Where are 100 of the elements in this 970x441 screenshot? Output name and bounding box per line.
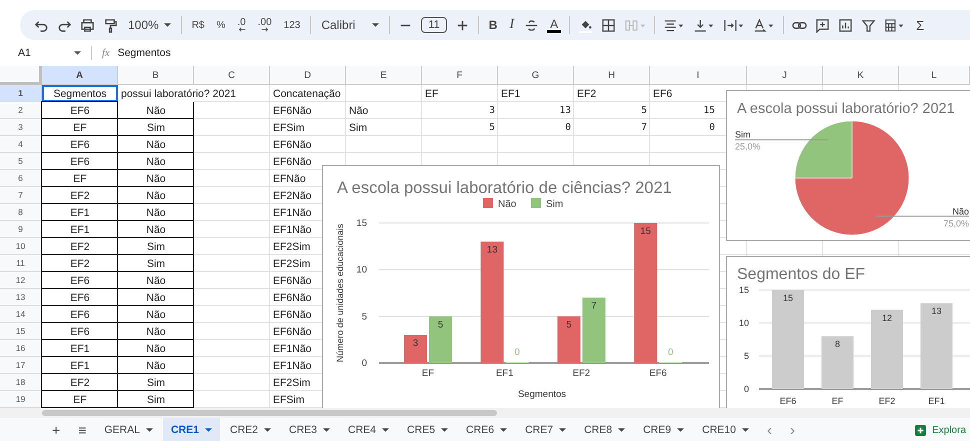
filter-icon[interactable] [861,18,876,32]
add-sheet-button[interactable]: + [44,422,68,438]
row-header[interactable]: 9 [0,221,42,238]
sheet-tab[interactable]: CRE1 [162,418,220,441]
strikethrough-icon[interactable] [524,18,540,32]
all-sheets-button[interactable]: ≡ [70,422,94,438]
data-label: 15 [783,293,793,303]
row-header[interactable]: 18 [0,374,42,391]
cell-text: Não [146,104,166,116]
cell-text: Não [146,292,166,304]
horizontal-align-icon[interactable] [663,18,686,32]
column-header[interactable]: B [118,66,194,85]
comment-icon[interactable] [815,18,830,32]
sheet-tab[interactable]: GERAL [96,418,161,441]
sheet-tab[interactable]: CRE6 [458,418,516,441]
data-label: 5 [438,319,444,330]
row-header[interactable]: 8 [0,204,42,221]
sheet-tab[interactable]: CRE2 [222,418,279,441]
formula-field[interactable]: Segmentos [118,47,171,59]
cell-text: EFSim [273,394,304,406]
data-label: 0 [668,347,674,358]
cell-text: EF [425,88,438,100]
cell-text: Sim [146,258,166,270]
row-header[interactable]: 15 [0,323,42,340]
italic-button[interactable]: I [507,17,516,33]
cell-text: EF2 [70,376,90,388]
cell-text: EF6Não [273,292,312,304]
row-header[interactable]: 2 [0,102,42,119]
column-header[interactable]: I [650,66,747,85]
legend-swatch [531,198,541,208]
column-header[interactable]: E [346,66,422,85]
sheet-tab[interactable]: CRE4 [340,418,398,441]
scrollbar-thumb[interactable] [42,410,497,416]
column-header[interactable]: J [747,66,823,85]
decrease-decimals-button[interactable]: .0 [235,18,248,32]
vertical-align-icon[interactable] [693,18,716,32]
cell-text: EF6Não [273,326,312,338]
sheet-tab[interactable]: CRE9 [635,418,692,441]
chart-title: A escola possui laboratório de ciências? 2021 [337,179,672,197]
text-wrap-icon[interactable] [723,18,746,32]
print-icon[interactable] [80,18,95,32]
cell-text: EF1Não [273,342,312,354]
sheet-tab[interactable]: CRE10 [694,418,757,441]
left-arrow-icon [238,26,246,32]
name-box[interactable]: A1 [0,47,74,59]
column-header[interactable]: C [194,66,270,85]
column-header[interactable]: K [823,66,899,85]
row-header[interactable]: 16 [0,340,42,357]
row-header[interactable]: 17 [0,357,42,374]
cell-text: EF6Não [273,138,312,150]
cell-text: Concatenação [273,88,341,100]
currency-button[interactable]: R$ [190,20,206,30]
column-header[interactable]: L [899,66,970,85]
cell-text: EF6Não [273,156,312,168]
row-header[interactable]: 19 [0,391,42,408]
borders-icon[interactable] [601,18,616,32]
bold-button[interactable]: B [486,18,500,32]
data-label: 8 [835,339,840,350]
column-header[interactable]: A [42,66,118,85]
sheet-tab[interactable]: CRE8 [576,418,634,441]
chart-icon[interactable] [838,18,854,32]
column-header[interactable]: G [498,66,574,85]
font-size-field[interactable]: 11 [421,17,447,33]
row-header[interactable]: 10 [0,238,42,255]
row-header[interactable]: 14 [0,306,42,323]
number-format-button[interactable]: 123 [282,20,302,30]
sheet-tab[interactable]: CRE7 [517,418,574,441]
sheet-tab[interactable]: CRE5 [399,418,456,441]
cell-text: 0 [565,122,571,133]
font-dropdown[interactable]: Calibri [319,18,382,32]
chart-card[interactable]: A escola possui laboratório? 2021 Não 75,0% Sim 25,0% [726,90,970,241]
column-header[interactable]: D [270,66,346,85]
sum-button[interactable]: Σ [914,18,926,32]
paint-format-icon[interactable] [103,18,118,32]
row-header[interactable]: 1 [0,85,42,102]
text-rotation-icon[interactable] [753,18,776,32]
percent-button[interactable]: % [214,20,228,30]
row-header[interactable]: 12 [0,272,42,289]
caret-icon[interactable] [74,51,81,55]
column-header[interactable]: H [574,66,650,85]
row-header[interactable]: 13 [0,289,42,306]
function-label: fx [102,48,110,58]
cell-text: EF1Não [273,206,312,218]
sheet-tab[interactable]: CRE3 [281,418,338,441]
text-color-button[interactable]: A [547,18,562,32]
increase-decimals-button[interactable]: .00 [256,18,274,32]
cell-text: EF1Não [273,224,312,236]
row-header[interactable]: 5 [0,153,42,170]
cell-text: EF6 [70,104,90,116]
zoom-dropdown[interactable]: 100% [126,18,173,32]
explore-button[interactable]: Explora [915,424,970,436]
data-label: 5 [566,319,572,330]
row-header[interactable]: 7 [0,187,42,204]
chart-card[interactable]: A escola possui laboratório de ciências? 2021 Não Sim 0 5 10 15 3 5 EF 13 0 EF1 5 7 EF2 15 0 EF6 Segmentos Número de unidades educacionais [322,165,720,410]
row-header[interactable]: 11 [0,255,42,272]
row-header[interactable]: 3 [0,119,42,136]
legend-label: Não [498,199,516,210]
row-header[interactable]: 4 [0,136,42,153]
row-header[interactable]: 6 [0,170,42,187]
column-header[interactable]: F [422,66,498,85]
